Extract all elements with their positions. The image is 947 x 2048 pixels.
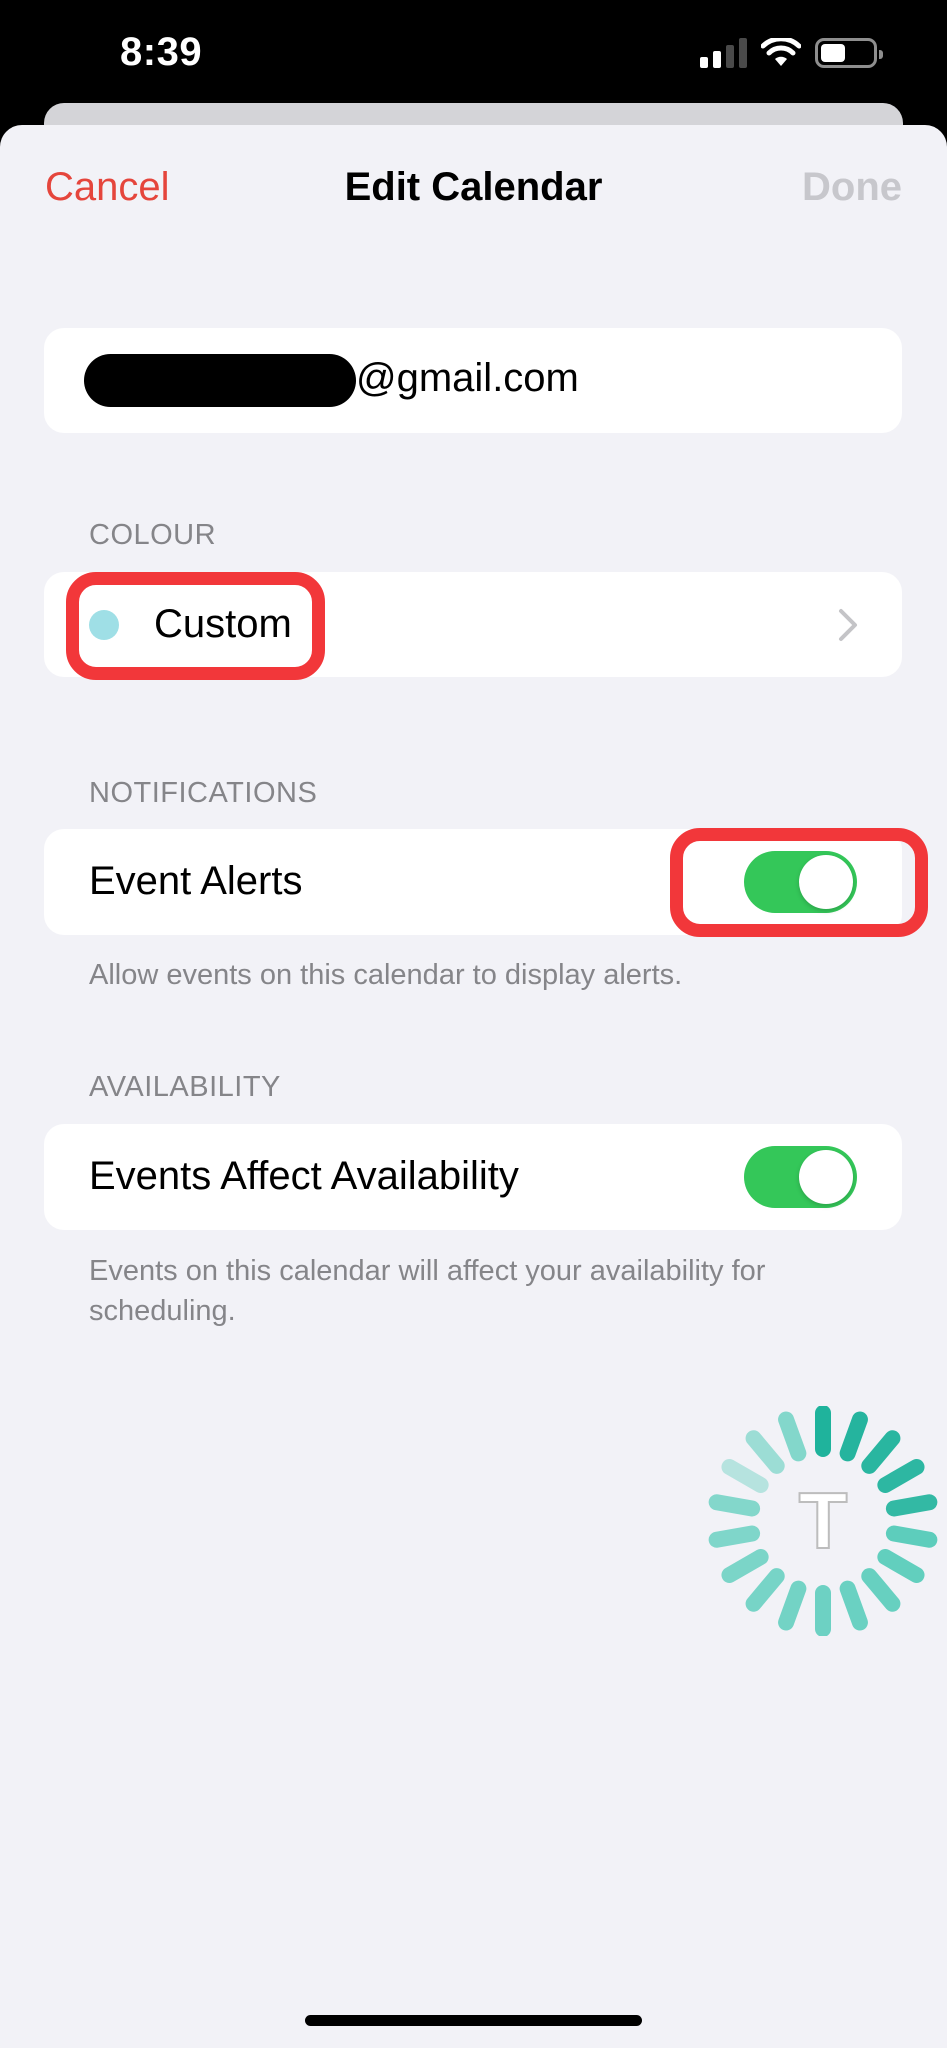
status-time: 8:39 [120,30,203,74]
navigation-bar: Cancel Edit Calendar Done [0,125,947,245]
status-icons [700,38,883,68]
spinner-spoke [839,1580,868,1631]
spinner-spoke [708,1494,761,1517]
event-alerts-toggle[interactable] [744,851,857,913]
cancel-button[interactable]: Cancel [45,165,170,210]
status-bar: 8:39 [0,0,947,104]
spinner-spoke [708,1525,761,1548]
spinner-spoke [885,1525,938,1548]
spinner-spoke [861,1430,901,1474]
home-indicator[interactable] [305,2015,642,2026]
loading-spinner-watermark-icon: T [708,1406,938,1636]
spinner-spoke [885,1494,938,1517]
spinner-spoke [877,1459,925,1493]
colour-value: Custom [154,602,292,646]
availability-toggle[interactable] [744,1146,857,1208]
done-button[interactable]: Done [802,165,902,210]
spinner-spoke [721,1459,769,1493]
edit-calendar-sheet: Cancel Edit Calendar Done @gmail.com COL… [0,125,947,2048]
toggle-knob [799,1150,853,1204]
account-card: @gmail.com [44,328,902,433]
colour-row[interactable]: Custom [44,572,902,677]
toggle-knob [799,855,853,909]
spinner-spoke [721,1549,769,1583]
battery-icon [815,38,883,68]
redacted-email-username [84,354,356,407]
notifications-section-header: NOTIFICATIONS [89,777,318,809]
watermark-letter: T [799,1476,848,1565]
colour-swatch [89,610,119,640]
spinner-spoke [745,1568,785,1612]
event-alerts-row: Event Alerts [44,829,902,935]
spinner-spoke [877,1549,925,1583]
spinner-spoke [778,1580,807,1631]
event-alerts-footer: Allow events on this calendar to display… [89,959,683,991]
availability-footer: Events on this calendar will affect your… [89,1255,766,1327]
chevron-right-icon [839,609,857,641]
availability-section-header: AVAILABILITY [89,1071,281,1103]
colour-section-header: COLOUR [89,519,217,551]
availability-row: Events Affect Availability [44,1124,902,1230]
spinner-spoke [745,1430,785,1474]
wifi-icon [761,38,801,66]
cellular-signal-icon [700,38,747,68]
availability-label: Events Affect Availability [89,1154,519,1198]
account-email: @gmail.com [356,356,579,400]
spinner-spoke [778,1411,807,1462]
event-alerts-label: Event Alerts [89,859,303,903]
spinner-spoke [839,1411,868,1462]
spinner-spoke [861,1568,901,1612]
